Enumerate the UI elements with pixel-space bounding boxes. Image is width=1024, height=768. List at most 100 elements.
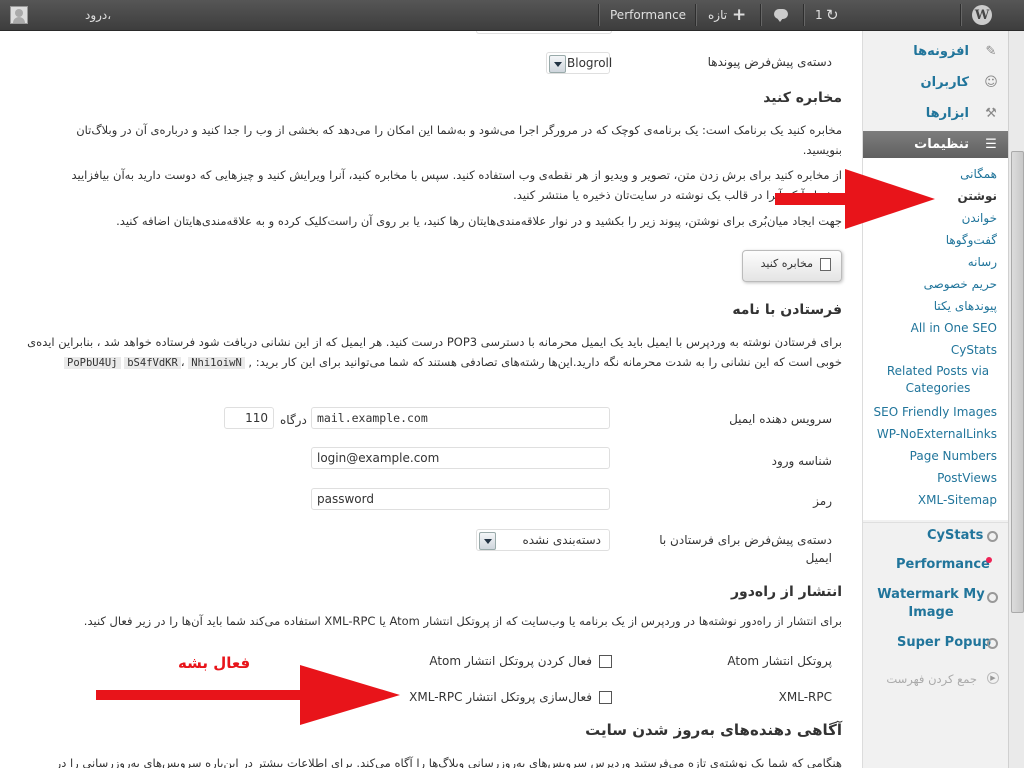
atom-checkbox-label[interactable]: فعال کردن پروتکل انتشار Atom bbox=[429, 651, 592, 671]
plugin-icon: ✎ bbox=[985, 44, 997, 59]
wordpress-logo-icon: W bbox=[974, 8, 990, 23]
xmlrpc-checkbox[interactable] bbox=[599, 691, 612, 704]
password-input[interactable]: password bbox=[311, 488, 610, 510]
divider bbox=[760, 4, 762, 26]
comments-link[interactable] bbox=[772, 0, 792, 30]
update-services-description: هنگامی که شما یک نوشته‌ی تازه می‌فرستید … bbox=[55, 756, 842, 768]
press-this-icon bbox=[820, 258, 831, 271]
post-via-email-title: فرستادن با نامه bbox=[732, 302, 842, 318]
menu-super-popup[interactable]: Super Popup bbox=[863, 629, 1009, 657]
blogroll-label: دسته‌ی پیش‌فرض پیوندها bbox=[707, 55, 832, 69]
chevron-down-icon bbox=[479, 532, 496, 550]
comment-tail bbox=[777, 18, 783, 22]
menu-plugins[interactable]: ✎ افزونه‌ها bbox=[863, 38, 1009, 66]
popup-icon bbox=[987, 638, 998, 649]
menu-tools[interactable]: ⚒ ابزارها bbox=[863, 100, 1009, 128]
greeting-link[interactable]: درود، bbox=[85, 0, 111, 30]
menu-plugins-label: افزونه‌ها bbox=[913, 44, 969, 59]
admin-menu: ✎ افزونه‌ها ☺ کاربران ⚒ ابزارها ☰ تنظیما… bbox=[862, 31, 1009, 768]
update-services-title: آگاهی دهنده‌های به‌روز شدن سایت bbox=[585, 721, 842, 739]
mail-server-label: سرویس دهنده ایمیل bbox=[729, 412, 832, 426]
mail-category-select[interactable]: دسته‌بندی نشده bbox=[476, 529, 610, 551]
press-this-button-label: مخابره کنید bbox=[760, 257, 813, 270]
settings-content: دسته‌ی پیش‌فرض پیوندها Blogroll مخابره ک… bbox=[0, 31, 862, 768]
submenu-related-posts[interactable]: Related Posts via Categories bbox=[879, 363, 997, 397]
mail-server-input[interactable]: mail.example.com bbox=[311, 407, 610, 429]
login-label: شناسه ورود bbox=[771, 454, 832, 468]
menu-settings-label: تنظیمات bbox=[914, 137, 969, 152]
user-body-icon bbox=[13, 17, 25, 23]
menu-cystats[interactable]: CyStats bbox=[863, 522, 1009, 550]
chevron-down-icon bbox=[549, 55, 566, 73]
press-this-usage: از مخابره کنید برای برش زدن متن، تصویر و… bbox=[71, 168, 842, 202]
mail-category-label: دسته‌ی پیش‌فرض برای فرستادن با ایمیل bbox=[659, 533, 832, 565]
menu-super-popup-label: Super Popup bbox=[897, 635, 992, 650]
login-input[interactable]: login@example.com bbox=[311, 447, 610, 469]
performance-icon bbox=[986, 557, 992, 563]
plus-icon: + bbox=[732, 5, 747, 25]
atom-label: پروتکل انتشار Atom bbox=[727, 654, 832, 668]
collapse-menu[interactable]: ▶ جمع کردن فهرست bbox=[863, 667, 1009, 691]
random-string-3: Nhi1oiwN bbox=[188, 357, 245, 369]
xmlrpc-checkbox-label[interactable]: فعال‌سازی پروتکل انتشار XML-RPC bbox=[409, 687, 592, 707]
submenu-general[interactable]: همگانی bbox=[960, 166, 997, 182]
xmlrpc-label: XML-RPC bbox=[778, 690, 832, 704]
submenu-postviews[interactable]: PostViews bbox=[937, 470, 997, 486]
link-category-value: Blogroll bbox=[567, 56, 613, 70]
submenu-reading[interactable]: خواندن bbox=[962, 210, 997, 226]
divider bbox=[598, 4, 600, 26]
cut-off-select[interactable] bbox=[476, 31, 612, 34]
performance-link[interactable]: Performance bbox=[610, 0, 686, 30]
refresh-icon: ↻ bbox=[826, 6, 839, 24]
submenu-all-in-one-seo[interactable]: All in One SEO bbox=[911, 320, 997, 336]
menu-users-label: کاربران bbox=[920, 75, 969, 90]
submenu-discussion[interactable]: گفت‌وگوها bbox=[946, 232, 997, 248]
menu-users[interactable]: ☺ کاربران bbox=[863, 69, 1009, 97]
submenu-writing[interactable]: نوشتن bbox=[957, 188, 997, 204]
collapse-label: جمع کردن فهرست bbox=[886, 672, 977, 686]
atom-checkbox[interactable] bbox=[599, 655, 612, 668]
submenu-seo-friendly-images[interactable]: SEO Friendly Images bbox=[874, 404, 997, 420]
random-string-1: PoPbU4Uj bbox=[64, 357, 121, 369]
avatar[interactable] bbox=[10, 6, 28, 24]
submenu-media[interactable]: رسانه bbox=[968, 254, 997, 270]
submenu-xml-sitemap[interactable]: XML-Sitemap bbox=[918, 492, 997, 508]
scrollbar-thumb[interactable] bbox=[1011, 151, 1024, 613]
press-this-shortcut-hint: جهت ایجاد میان‌بُری برای نوشتن، پیوند زی… bbox=[116, 214, 842, 228]
menu-watermark-label: Watermark My Image bbox=[877, 587, 985, 620]
submenu-permalinks[interactable]: پیوندهای یکتا bbox=[934, 298, 997, 314]
press-this-button[interactable]: مخابره کنید bbox=[742, 250, 842, 282]
sidebar-arrow-shaft bbox=[775, 193, 855, 205]
submenu-privacy[interactable]: حریم خصوصی bbox=[924, 276, 997, 292]
port-input[interactable]: 110 bbox=[224, 407, 274, 429]
menu-settings[interactable]: ☰ تنظیمات bbox=[863, 131, 1009, 158]
menu-cystats-label: CyStats bbox=[927, 528, 984, 543]
menu-tools-label: ابزارها bbox=[925, 106, 969, 121]
scrollbar[interactable] bbox=[1008, 31, 1024, 768]
submenu-cystats[interactable]: CyStats bbox=[951, 342, 997, 358]
link-category-select[interactable]: Blogroll bbox=[546, 52, 613, 74]
mail-category-value: دسته‌بندی نشده bbox=[522, 533, 601, 547]
cystats-icon bbox=[987, 531, 998, 542]
new-content-menu[interactable]: تازه + bbox=[708, 0, 748, 30]
updates-count: 1 bbox=[815, 8, 823, 22]
submenu-wp-noexternallinks[interactable]: WP-NoExternalLinks bbox=[877, 426, 997, 442]
remote-publishing-title: انتشار از راه‌دور bbox=[730, 584, 842, 600]
admin-bar: درود، Performance تازه + 1 ↻ W bbox=[0, 0, 1024, 31]
submenu-page-numbers[interactable]: Page Numbers bbox=[910, 448, 997, 464]
updates-link[interactable]: 1 ↻ bbox=[815, 0, 845, 30]
remote-publishing-description: برای انتشار از راه‌دور نوشته‌ها در وردپر… bbox=[83, 614, 842, 628]
post-via-email-description: برای فرستادن نوشته به وردپرس با ایمیل با… bbox=[2, 332, 842, 373]
settings-icon: ☰ bbox=[985, 137, 997, 152]
menu-performance[interactable]: Performance bbox=[863, 551, 1009, 579]
press-this-title: مخابره کنید bbox=[763, 90, 842, 106]
press-this-description: مخابره کنید یک برنامک است: یک برنامه‌ی ک… bbox=[76, 123, 842, 157]
wp-logo-menu[interactable]: W bbox=[972, 5, 992, 25]
password-label: رمز bbox=[813, 494, 832, 508]
collapse-icon: ▶ bbox=[987, 672, 999, 684]
random-string-2: bS4fVdKR bbox=[124, 357, 181, 369]
watermark-icon bbox=[987, 592, 998, 603]
annotation-text: فعال بشه bbox=[178, 654, 251, 672]
menu-watermark[interactable]: Watermark My Image bbox=[863, 583, 1009, 623]
new-label: تازه bbox=[708, 8, 728, 22]
